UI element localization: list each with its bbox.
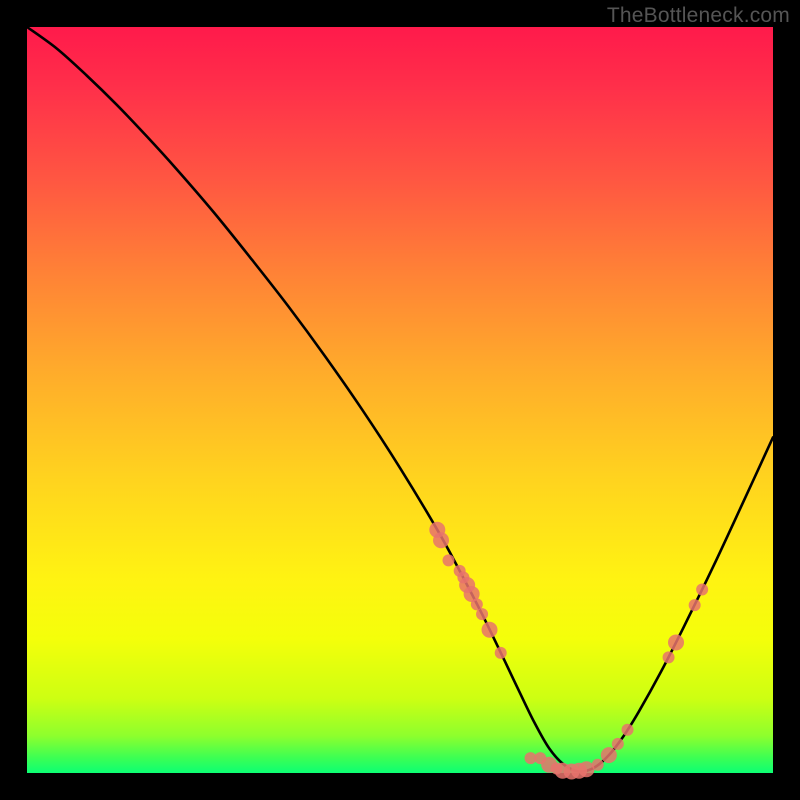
main-curve <box>27 27 773 772</box>
curve-marker <box>495 647 507 659</box>
watermark-text: TheBottleneck.com <box>607 4 790 28</box>
curve-marker <box>696 583 708 595</box>
curve-marker <box>433 532 449 548</box>
curve-marker <box>668 634 684 650</box>
curve-marker <box>601 747 617 763</box>
curve-marker <box>622 724 634 736</box>
curve-markers <box>429 522 708 780</box>
curve-marker <box>482 622 498 638</box>
curve-marker <box>689 599 701 611</box>
plot-area <box>27 27 773 773</box>
curve-marker <box>663 651 675 663</box>
chart-svg <box>27 27 773 773</box>
curve-marker <box>442 554 454 566</box>
chart-stage: TheBottleneck.com <box>0 0 800 800</box>
curve-marker <box>612 738 624 750</box>
curve-marker <box>592 759 604 771</box>
curve-marker <box>476 608 488 620</box>
